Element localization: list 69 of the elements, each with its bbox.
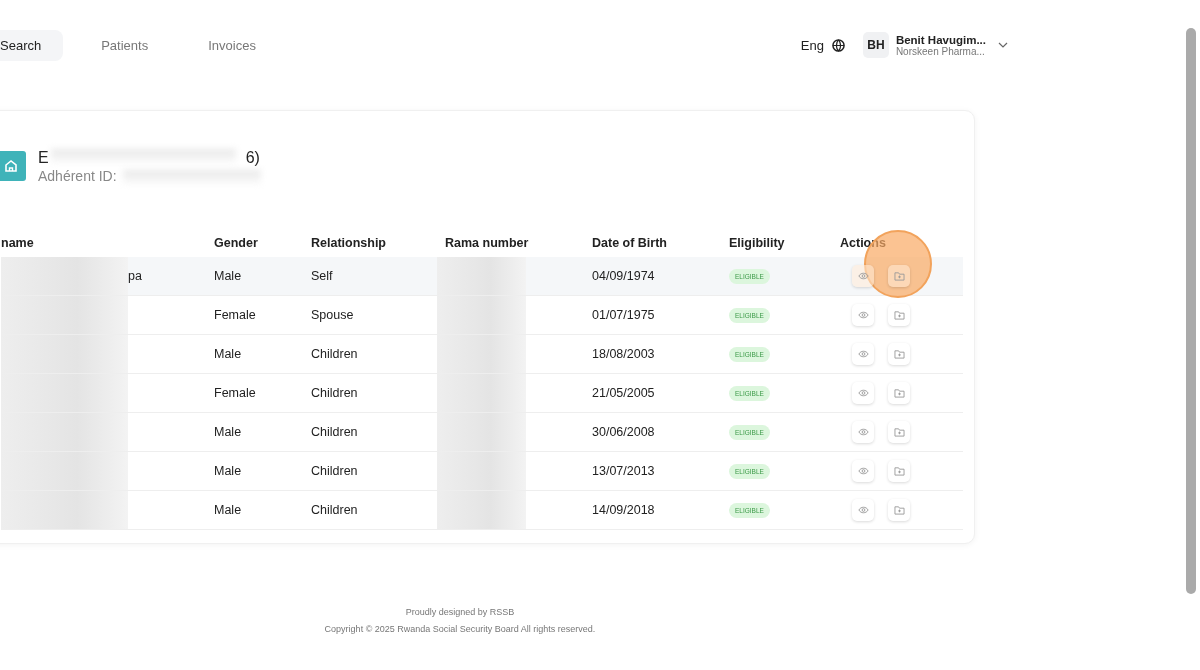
- nav-tab[interactable]: Search: [0, 29, 64, 61]
- folder-icon: [893, 505, 905, 515]
- table-cell: 13/07/2013: [592, 464, 655, 478]
- family-title: E: [38, 148, 49, 168]
- view-button[interactable]: [852, 343, 874, 365]
- footer-credit: Proudly designed by RSSB: [405, 607, 515, 617]
- table-cell: Male: [214, 269, 242, 283]
- view-button[interactable]: [852, 304, 874, 326]
- table-cell: Children: [311, 464, 358, 478]
- eye-icon: [857, 467, 869, 475]
- nav-tab[interactable]: Patients: [79, 29, 171, 61]
- view-button[interactable]: [852, 421, 874, 443]
- eye-icon: [857, 389, 869, 397]
- folder-icon: [893, 427, 905, 437]
- view-button[interactable]: [852, 382, 874, 404]
- family-title: 6): [245, 148, 260, 168]
- folder-button[interactable]: [888, 460, 910, 482]
- table-cell: Children: [311, 347, 358, 361]
- table-cell: 30/06/2008: [592, 425, 655, 439]
- chevron-down-icon[interactable]: [998, 42, 1008, 48]
- table-cell: 18/08/2003: [592, 347, 655, 361]
- column-header: Gender: [214, 235, 258, 250]
- table-cell: Male: [214, 503, 242, 517]
- globe-icon[interactable]: [831, 38, 845, 52]
- column-header: Eligibility: [729, 235, 785, 250]
- folder-button[interactable]: [888, 499, 910, 521]
- eye-icon: [857, 272, 869, 280]
- folder-button[interactable]: [888, 304, 910, 326]
- table-cell: Self: [311, 269, 333, 283]
- view-button[interactable]: [852, 499, 874, 521]
- column-header: Relationship: [311, 235, 386, 250]
- table-cell: Children: [311, 425, 358, 439]
- eye-icon: [857, 350, 869, 358]
- folder-icon: [893, 310, 905, 320]
- user-avatar: BH: [862, 32, 889, 58]
- table-cell: Children: [311, 503, 358, 517]
- eye-icon: [857, 506, 869, 514]
- table-cell: 21/05/2005: [592, 386, 655, 400]
- adherent-id: Adhérent ID:: [38, 168, 117, 184]
- table-cell: pa: [128, 269, 142, 283]
- user-organization: Norskeen Pharma...: [895, 45, 986, 57]
- table-cell: Male: [214, 347, 242, 361]
- copyright-text: Copyright © 2025 Rwanda Social Security Board All rights reserved.: [324, 624, 596, 634]
- table-cell: Male: [214, 425, 242, 439]
- folder-icon: [893, 466, 905, 476]
- eye-icon: [857, 428, 869, 436]
- eye-icon: [857, 311, 869, 319]
- folder-button[interactable]: [888, 343, 910, 365]
- folder-button[interactable]: [888, 421, 910, 443]
- table-cell: Female: [214, 308, 256, 322]
- table-cell: Male: [214, 464, 242, 478]
- scrollbar[interactable]: [1186, 28, 1196, 594]
- table-cell: 14/09/2018: [592, 503, 655, 517]
- folder-icon: [893, 271, 905, 281]
- folder-icon: [893, 388, 905, 398]
- table-cell: 01/07/1975: [592, 308, 655, 322]
- column-header: Rama number: [445, 235, 529, 250]
- column-header: Date of Birth: [592, 235, 667, 250]
- folder-button[interactable]: [888, 382, 910, 404]
- user-name: Benit Havugim...: [895, 33, 986, 46]
- table-cell: Female: [214, 386, 256, 400]
- column-header: name: [1, 235, 34, 250]
- table-cell: Spouse: [311, 308, 354, 322]
- table-cell: Children: [311, 386, 358, 400]
- nav-tab[interactable]: Invoices: [186, 29, 278, 61]
- folder-icon: [893, 349, 905, 359]
- view-button[interactable]: [852, 460, 874, 482]
- table-cell: 04/09/1974: [592, 269, 655, 283]
- language-label[interactable]: Eng: [800, 37, 824, 53]
